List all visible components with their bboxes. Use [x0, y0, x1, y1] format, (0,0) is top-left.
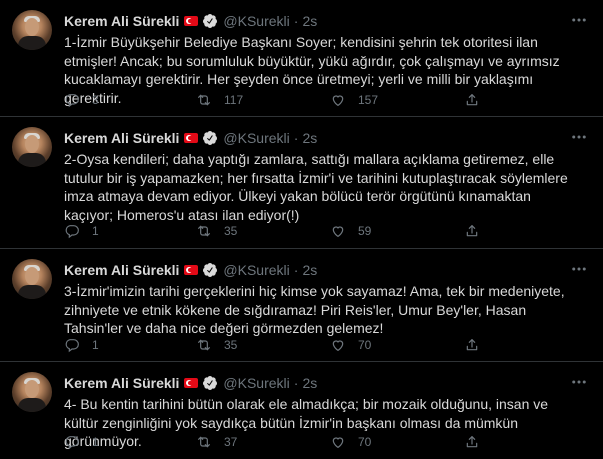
tweet-2[interactable]: Kerem Ali Sürekli @KSurekli · 2s 2-Oysa … [0, 117, 603, 248]
avatar[interactable] [12, 10, 52, 50]
verified-badge-icon [202, 130, 218, 146]
avatar[interactable] [12, 372, 52, 412]
more-options-icon[interactable] [569, 372, 589, 392]
verified-badge-icon [202, 13, 218, 29]
tweet-3[interactable]: Kerem Ali Sürekli @KSurekli · 2s 3-İzmir… [0, 249, 603, 361]
turkish-flag-icon [184, 133, 199, 143]
like-button[interactable]: 70 [330, 335, 371, 355]
more-options-icon[interactable] [569, 10, 589, 30]
retweet-button[interactable]: 35 [196, 335, 237, 355]
separator-dot: · [293, 13, 299, 29]
share-icon [466, 436, 478, 448]
author-handle[interactable]: @KSurekli [223, 262, 289, 278]
tweet-actions: 3 117 157 [64, 90, 544, 110]
share-button[interactable] [464, 432, 480, 452]
verified-badge-icon [202, 375, 218, 391]
like-count: 157 [358, 93, 379, 107]
retweet-icon [198, 436, 210, 448]
heart-icon [332, 340, 344, 352]
tweet-text: 3-İzmir'imizin tarihi gerçeklerini hiç k… [64, 283, 565, 336]
reply-count: 1 [92, 338, 99, 352]
retweet-count: 35 [224, 224, 238, 238]
share-button[interactable] [464, 90, 480, 110]
reply-icon [65, 436, 79, 450]
share-icon [466, 339, 478, 351]
retweet-button[interactable]: 117 [196, 90, 243, 110]
like-button[interactable]: 70 [330, 432, 371, 452]
author-handle[interactable]: @KSurekli [223, 375, 289, 391]
reply-count: 1 [92, 224, 99, 238]
author-name[interactable]: Kerem Ali Sürekli [64, 13, 179, 29]
reply-icon [65, 225, 79, 239]
tweet-header: Kerem Ali Sürekli @KSurekli · 2s [64, 261, 317, 279]
share-icon [466, 94, 478, 106]
reply-icon [65, 339, 79, 353]
tweet-1[interactable]: Kerem Ali Sürekli @KSurekli · 2s 1-İzmir… [0, 0, 603, 116]
tweet-header: Kerem Ali Sürekli @KSurekli · 2s [64, 374, 317, 392]
tweet-time[interactable]: 2s [302, 375, 317, 391]
tweet-time[interactable]: 2s [302, 13, 317, 29]
author-handle[interactable]: @KSurekli [223, 130, 289, 146]
retweet-count: 117 [224, 93, 244, 107]
reply-button[interactable]: 1 [64, 335, 99, 355]
retweet-icon [198, 225, 210, 237]
turkish-flag-icon [184, 265, 199, 275]
reply-icon [65, 94, 79, 108]
reply-button[interactable]: 1 [64, 432, 99, 452]
author-handle[interactable]: @KSurekli [223, 13, 289, 29]
separator-dot: · [293, 262, 299, 278]
author-name[interactable]: Kerem Ali Sürekli [64, 130, 179, 146]
like-count: 70 [358, 338, 372, 352]
heart-icon [332, 226, 344, 238]
turkish-flag-icon [184, 16, 199, 26]
verified-badge-icon [202, 262, 218, 278]
reply-count: 1 [92, 435, 99, 449]
tweet-header: Kerem Ali Sürekli @KSurekli · 2s [64, 129, 317, 147]
reply-button[interactable]: 3 [64, 90, 99, 110]
retweet-count: 35 [224, 338, 238, 352]
tweet-actions: 1 35 70 [64, 335, 544, 355]
retweet-icon [198, 339, 210, 351]
reply-count: 3 [92, 93, 99, 107]
turkish-flag-icon [184, 378, 199, 388]
tweet-4[interactable]: Kerem Ali Sürekli @KSurekli · 2s 4- Bu k… [0, 362, 603, 459]
tweet-actions: 1 37 70 [64, 432, 544, 452]
tweet-actions: 1 35 59 [64, 221, 544, 241]
avatar[interactable] [12, 259, 52, 299]
tweet-header: Kerem Ali Sürekli @KSurekli · 2s [64, 12, 317, 30]
retweet-button[interactable]: 35 [196, 221, 237, 241]
tweet-time[interactable]: 2s [302, 262, 317, 278]
author-name[interactable]: Kerem Ali Sürekli [64, 262, 179, 278]
avatar[interactable] [12, 127, 52, 167]
retweet-count: 37 [224, 435, 238, 449]
reply-button[interactable]: 1 [64, 221, 99, 241]
share-button[interactable] [464, 221, 480, 241]
share-icon [466, 225, 478, 237]
heart-icon [332, 437, 344, 449]
tweet-text: 2-Oysa kendileri; daha yaptığı zamlara, … [64, 151, 568, 223]
like-button[interactable]: 59 [330, 221, 371, 241]
more-options-icon[interactable] [569, 259, 589, 279]
separator-dot: · [293, 375, 299, 391]
like-button[interactable]: 157 [330, 90, 378, 110]
tweet-time[interactable]: 2s [302, 130, 317, 146]
more-options-icon[interactable] [569, 127, 589, 147]
like-count: 70 [358, 435, 372, 449]
heart-icon [332, 95, 344, 107]
share-button[interactable] [464, 335, 480, 355]
author-name[interactable]: Kerem Ali Sürekli [64, 375, 179, 391]
separator-dot: · [293, 130, 299, 146]
like-count: 59 [358, 224, 372, 238]
retweet-icon [198, 94, 210, 106]
retweet-button[interactable]: 37 [196, 432, 237, 452]
